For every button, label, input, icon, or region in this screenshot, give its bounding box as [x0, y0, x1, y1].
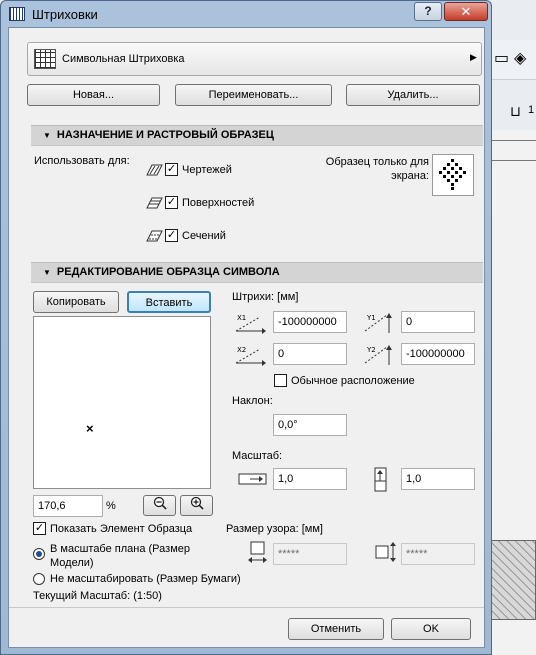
- background-text: 1: [528, 104, 535, 116]
- help-button[interactable]: ?: [414, 2, 442, 21]
- x2-offset-icon: X2: [232, 343, 268, 367]
- svg-text:X1: X1: [237, 314, 246, 322]
- surfaces-label: Поверхностей: [182, 197, 255, 209]
- pattern-width-field: *****: [273, 543, 347, 565]
- window-title: Штриховки: [32, 7, 98, 22]
- hatch-app-icon: [9, 7, 25, 21]
- screen-sample-label: Образец только для экрана:: [325, 156, 429, 182]
- close-button[interactable]: ✕: [444, 2, 488, 21]
- pattern-width-icon: [247, 540, 269, 564]
- zoom-out-button[interactable]: [143, 495, 176, 516]
- section-hatch-icon: [146, 230, 163, 242]
- section-title: РЕДАКТИРОВАНИЕ ОБРАЗЦА СИМВОЛА: [56, 266, 280, 278]
- hatching-dialog: Штриховки ? ✕ Символьная Штриховка ▶ Нов…: [0, 0, 492, 655]
- selector-value: Символьная Штриховка: [62, 53, 185, 65]
- paper-scale-radio[interactable]: [33, 573, 45, 585]
- section-header-assignment[interactable]: ▼ НАЗНАЧЕНИЕ И РАСТРОВЫЙ ОБРАЗЕЦ: [31, 125, 483, 146]
- symbol-hatch-icon: [34, 49, 56, 69]
- angle-label: Наклон:: [232, 395, 273, 407]
- drawings-label: Чертежей: [182, 164, 232, 176]
- symbol-edit-canvas[interactable]: ×: [33, 316, 211, 489]
- y1-input[interactable]: 0: [401, 311, 475, 333]
- current-scale-text: Текущий Масштаб: (1:50): [33, 590, 162, 602]
- origin-marker: ×: [86, 421, 94, 436]
- show-sample-label: Показать Элемент Образца: [50, 523, 193, 535]
- delete-button[interactable]: Удалить...: [346, 84, 480, 106]
- svg-text:X2: X2: [237, 346, 246, 354]
- angle-input[interactable]: 0,0°: [273, 414, 347, 436]
- x1-offset-icon: X1: [232, 311, 268, 335]
- y1-offset-icon: Y1: [361, 311, 397, 335]
- plan-scale-label: В масштабе плана (Размер Модели): [50, 543, 190, 569]
- svg-text:Y2: Y2: [366, 346, 376, 354]
- scale-x-input[interactable]: 1,0: [273, 468, 347, 490]
- cancel-button[interactable]: Отменить: [288, 618, 384, 640]
- normal-position-checkbox[interactable]: [274, 374, 287, 387]
- horizontal-scale-icon: [238, 471, 268, 487]
- strokes-label: Штрихи: [мм]: [232, 291, 299, 303]
- y2-offset-icon: Y2: [361, 343, 397, 367]
- scale-y-input[interactable]: 1,0: [401, 468, 475, 490]
- background-right-toolbar: ▭ ◈: [488, 40, 536, 80]
- normal-position-label: Обычное расположение: [291, 375, 415, 387]
- zoom-out-icon: [153, 496, 167, 513]
- zoom-in-icon: [190, 496, 204, 513]
- surface-hatch-icon: [146, 197, 163, 209]
- use-for-label: Использовать для:: [34, 155, 130, 167]
- section-header-symbol-editing[interactable]: ▼ РЕДАКТИРОВАНИЕ ОБРАЗЦА СИМВОЛА: [31, 262, 483, 283]
- background-line: [490, 160, 536, 161]
- paste-button[interactable]: Вставить: [127, 291, 211, 313]
- title-bar[interactable]: Штриховки ? ✕: [1, 1, 491, 27]
- drawing-hatch-icon: [146, 164, 163, 176]
- background-tool-icon: ▭: [494, 50, 510, 67]
- raster-preview: [432, 154, 474, 196]
- section-title: НАЗНАЧЕНИЕ И РАСТРОВЫЙ ОБРАЗЕЦ: [56, 129, 274, 141]
- sections-checkbox[interactable]: ✓: [165, 229, 178, 242]
- zoom-input[interactable]: 170,6: [33, 495, 103, 517]
- plan-scale-radio[interactable]: [33, 548, 45, 560]
- x1-input[interactable]: -100000000: [273, 311, 347, 333]
- pattern-height-icon: [374, 540, 398, 564]
- footer-divider: [9, 607, 484, 608]
- sections-label: Сечений: [182, 230, 226, 242]
- rename-button[interactable]: Переименовать...: [175, 84, 332, 106]
- y2-input[interactable]: -100000000: [401, 343, 475, 365]
- paper-scale-label: Не масштабировать (Размер Бумаги): [50, 573, 241, 585]
- x2-input[interactable]: 0: [273, 343, 347, 365]
- svg-text:Y1: Y1: [366, 314, 376, 322]
- copy-button[interactable]: Копировать: [33, 291, 119, 313]
- new-button[interactable]: Новая...: [27, 84, 160, 106]
- background-diamond-icon: ◈: [514, 50, 527, 67]
- vertical-scale-icon: [372, 467, 390, 493]
- collapse-triangle-icon: ▼: [43, 131, 51, 140]
- zoom-unit: %: [106, 500, 116, 512]
- scale-label: Масштаб:: [232, 450, 283, 462]
- pattern-height-field: *****: [401, 543, 475, 565]
- zoom-in-button[interactable]: [180, 495, 213, 516]
- hatch-type-selector[interactable]: Символьная Штриховка ▶: [27, 42, 482, 76]
- chevron-right-icon: ▶: [470, 52, 477, 62]
- collapse-triangle-icon: ▼: [43, 268, 51, 277]
- ok-button[interactable]: OK: [391, 618, 471, 640]
- background-hatch-right: [490, 540, 536, 620]
- drawings-checkbox[interactable]: ✓: [165, 163, 178, 176]
- pattern-size-label: Размер узора: [мм]: [226, 523, 323, 535]
- show-sample-checkbox[interactable]: ✓: [33, 522, 46, 535]
- dialog-client-area: Символьная Штриховка ▶ Новая... Переимен…: [8, 27, 485, 648]
- surfaces-checkbox[interactable]: ✓: [165, 196, 178, 209]
- background-line: [490, 140, 536, 141]
- background-tool-icon-2: ⊔: [510, 103, 521, 119]
